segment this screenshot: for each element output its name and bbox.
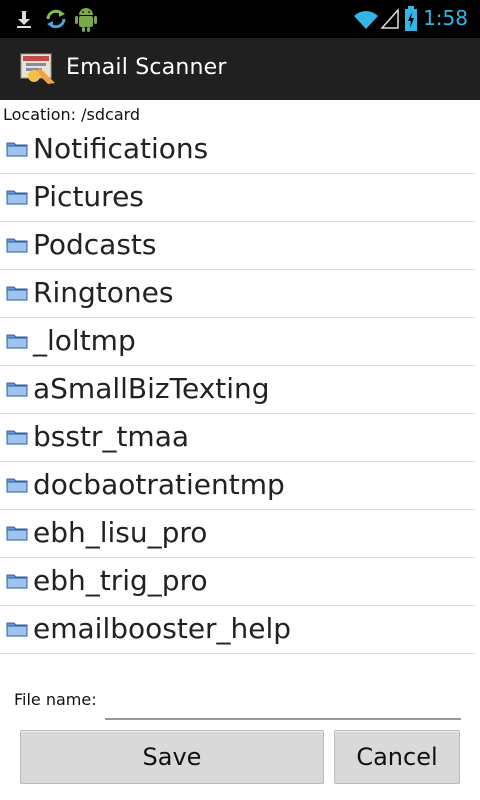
file-name-input[interactable]: [105, 688, 461, 720]
file-browser: Location: /sdcard Notifications Pictures…: [0, 100, 480, 800]
folder-icon: [6, 142, 28, 157]
location-path: Location: /sdcard: [3, 105, 141, 124]
folder-icon: [6, 190, 28, 205]
folder-label: docbaotratientmp: [33, 468, 285, 501]
folder-icon: [6, 430, 28, 445]
folder-item[interactable]: Notifications: [0, 126, 475, 174]
folder-icon: [6, 286, 28, 301]
folder-icon: [6, 382, 28, 397]
folder-label: bsstr_tmaa: [33, 420, 190, 453]
folder-label: _loltmp: [33, 324, 136, 357]
folder-item[interactable]: bsstr_tmaa: [0, 414, 475, 462]
battery-charging-icon: [405, 6, 417, 31]
folder-label: Podcasts: [33, 228, 157, 261]
folder-label: emailbooster_help: [33, 612, 292, 645]
status-time: 1:58: [423, 6, 468, 30]
android-icon: [75, 8, 97, 32]
folder-item[interactable]: ebh_trig_pro: [0, 558, 475, 606]
cancel-button[interactable]: Cancel: [334, 730, 460, 784]
wifi-icon: [354, 11, 378, 29]
folder-icon: [6, 238, 28, 253]
folder-icon: [6, 574, 28, 589]
app-bar: Email Scanner: [0, 38, 480, 102]
folder-item[interactable]: docbaotratientmp: [0, 462, 475, 510]
save-button[interactable]: Save: [20, 730, 324, 784]
file-name-label: File name:: [14, 690, 97, 709]
folder-label: ebh_lisu_pro: [33, 516, 208, 549]
folder-item[interactable]: Pictures: [0, 174, 475, 222]
folder-label: Ringtones: [33, 276, 174, 309]
folder-label: aSmallBizTexting: [33, 372, 270, 405]
app-icon: [20, 53, 55, 84]
folder-item[interactable]: _loltmp: [0, 318, 475, 366]
folder-label: Notifications: [33, 132, 209, 165]
app-title: Email Scanner: [66, 55, 227, 80]
folder-item[interactable]: Podcasts: [0, 222, 475, 270]
folder-label: Pictures: [33, 180, 144, 213]
folder-icon: [6, 526, 28, 541]
folder-icon: [6, 622, 28, 637]
sync-icon: [46, 9, 66, 29]
download-icon: [17, 11, 31, 28]
status-bar: 1:58: [0, 0, 480, 38]
folder-icon: [6, 478, 28, 493]
folder-item[interactable]: ebh_lisu_pro: [0, 510, 475, 558]
folder-item[interactable]: Ringtones: [0, 270, 475, 318]
folder-item[interactable]: emailbooster_help: [0, 606, 475, 654]
folder-list: Notifications Pictures Podcasts Ringtone…: [0, 126, 475, 654]
folder-label: ebh_trig_pro: [33, 564, 208, 597]
signal-icon: [380, 8, 399, 29]
folder-icon: [6, 334, 28, 349]
folder-item[interactable]: aSmallBizTexting: [0, 366, 475, 414]
